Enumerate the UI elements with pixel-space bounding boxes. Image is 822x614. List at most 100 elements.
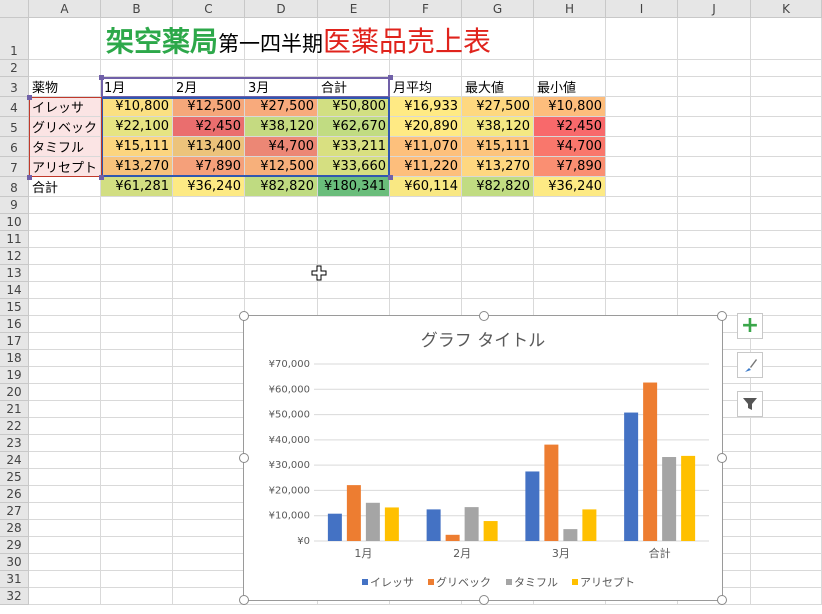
grid-cell[interactable] (101, 248, 173, 265)
value-cell[interactable]: ¥180,341 (318, 177, 390, 197)
range-handle[interactable] (99, 175, 104, 180)
grid-cell[interactable] (390, 231, 462, 248)
grid-cell[interactable] (678, 265, 751, 282)
grid-cell[interactable] (390, 265, 462, 282)
grid-cell[interactable] (29, 299, 101, 316)
grid-cell[interactable] (751, 60, 822, 77)
grid-cell[interactable] (245, 282, 318, 299)
grid-cell[interactable] (101, 265, 173, 282)
grid-cell[interactable] (29, 452, 101, 469)
grid-cell[interactable] (390, 60, 462, 77)
drug-name-cell[interactable]: アリセプト (29, 157, 101, 177)
grid-cell[interactable] (606, 248, 678, 265)
grid-cell[interactable] (173, 214, 245, 231)
grid-cell[interactable] (173, 299, 245, 316)
grid-cell[interactable] (462, 299, 534, 316)
grid-cell[interactable] (101, 401, 173, 418)
value-cell[interactable]: ¥33,660 (318, 157, 390, 177)
row-header[interactable]: 13 (0, 265, 29, 282)
grid-cell[interactable] (101, 316, 173, 333)
range-handle[interactable] (99, 75, 104, 80)
row-header[interactable]: 9 (0, 197, 29, 214)
grid-cell[interactable] (173, 282, 245, 299)
grid-cell[interactable] (101, 537, 173, 554)
grid-cell[interactable] (751, 18, 822, 60)
grid-cell[interactable] (534, 18, 606, 60)
grid-cell[interactable] (29, 520, 101, 537)
grid-cell[interactable] (101, 214, 173, 231)
grid-cell[interactable] (751, 469, 822, 486)
value-cell[interactable]: ¥27,500 (245, 97, 318, 117)
drug-name-cell[interactable]: 合計 (29, 177, 101, 197)
grid-cell[interactable] (318, 60, 390, 77)
value-cell[interactable]: ¥61,281 (101, 177, 173, 197)
grid-cell[interactable] (318, 282, 390, 299)
value-cell[interactable]: ¥11,220 (390, 157, 462, 177)
bar-chart[interactable]: グラフ タイトル ¥0 ¥10,000 ¥20,000 ¥30,000 ¥40,000 ¥… (239, 311, 727, 605)
grid-cell[interactable] (29, 282, 101, 299)
grid-cell[interactable] (173, 401, 245, 418)
row-header[interactable]: 19 (0, 367, 29, 384)
chart-elements-button[interactable]: + (737, 313, 763, 339)
grid-cell[interactable] (390, 282, 462, 299)
row-header[interactable]: 18 (0, 350, 29, 367)
grid-cell[interactable] (751, 117, 822, 137)
row-header[interactable]: 5 (0, 117, 29, 137)
value-cell[interactable]: ¥20,890 (390, 117, 462, 137)
grid-cell[interactable] (29, 554, 101, 571)
grid-cell[interactable] (29, 316, 101, 333)
value-cell[interactable]: ¥16,933 (390, 97, 462, 117)
grid-cell[interactable] (751, 418, 822, 435)
value-cell[interactable]: ¥22,100 (101, 117, 173, 137)
grid-cell[interactable] (29, 435, 101, 452)
grid-cell[interactable] (101, 486, 173, 503)
grid-cell[interactable] (173, 60, 245, 77)
grid-cell[interactable] (462, 214, 534, 231)
value-cell[interactable]: ¥38,120 (245, 117, 318, 137)
grid-cell[interactable] (751, 214, 822, 231)
grid-cell[interactable] (245, 214, 318, 231)
grid-cell[interactable] (751, 157, 822, 177)
grid-cell[interactable] (29, 214, 101, 231)
grid-cell[interactable] (29, 350, 101, 367)
column-header[interactable]: B (101, 0, 173, 18)
grid-cell[interactable] (534, 248, 606, 265)
grid-cell[interactable] (101, 299, 173, 316)
grid-cell[interactable] (173, 486, 245, 503)
value-cell[interactable]: ¥13,270 (101, 157, 173, 177)
column-header[interactable]: H (534, 0, 606, 18)
grid-cell[interactable] (751, 197, 822, 214)
value-cell[interactable]: ¥4,700 (534, 137, 606, 157)
column-header[interactable]: J (678, 0, 751, 18)
header-cell[interactable]: 3月 (245, 77, 318, 97)
row-header[interactable]: 17 (0, 333, 29, 350)
grid-cell[interactable] (462, 197, 534, 214)
grid-cell[interactable] (101, 418, 173, 435)
header-cell[interactable]: 2月 (173, 77, 245, 97)
value-cell[interactable]: ¥36,240 (173, 177, 245, 197)
row-header[interactable]: 29 (0, 537, 29, 554)
grid-cell[interactable] (751, 97, 822, 117)
grid-cell[interactable] (29, 503, 101, 520)
grid-cell[interactable] (606, 197, 678, 214)
drug-name-cell[interactable]: タミフル (29, 137, 101, 157)
grid-cell[interactable] (173, 537, 245, 554)
grid-cell[interactable] (173, 520, 245, 537)
grid-cell[interactable] (678, 157, 751, 177)
grid-cell[interactable] (101, 571, 173, 588)
grid-cell[interactable] (390, 299, 462, 316)
range-handle[interactable] (27, 95, 32, 100)
grid-cell[interactable] (751, 452, 822, 469)
grid-cell[interactable] (173, 265, 245, 282)
grid-cell[interactable] (462, 282, 534, 299)
grid-cell[interactable] (751, 177, 822, 197)
value-cell[interactable]: ¥13,400 (173, 137, 245, 157)
column-header[interactable]: A (29, 0, 101, 18)
value-cell[interactable]: ¥62,670 (318, 117, 390, 137)
grid-cell[interactable] (29, 231, 101, 248)
grid-cell[interactable] (318, 197, 390, 214)
grid-cell[interactable] (606, 77, 678, 97)
row-header[interactable]: 20 (0, 384, 29, 401)
value-cell[interactable]: ¥2,450 (534, 117, 606, 137)
grid-cell[interactable] (101, 435, 173, 452)
